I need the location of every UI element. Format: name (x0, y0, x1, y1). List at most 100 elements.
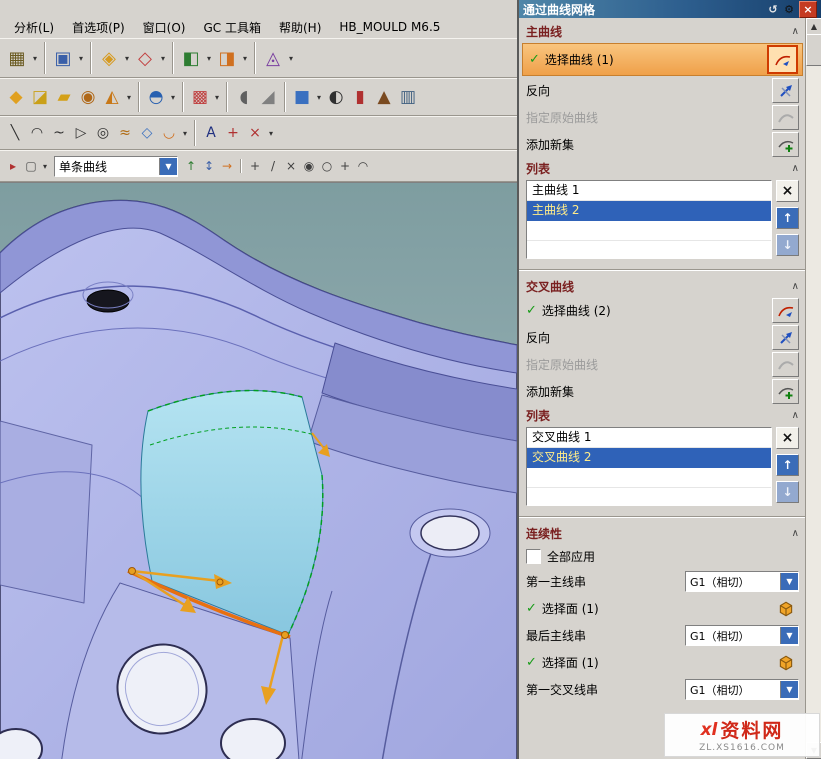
selection-grid-icon[interactable]: ▦ (4, 45, 30, 71)
menu-hb-mould[interactable]: HB_MOULD M6.5 (331, 18, 448, 36)
rib-feature-icon[interactable]: ◭ (100, 85, 124, 109)
primary-list-header[interactable]: 列表 ∧ (519, 158, 806, 179)
menu-help[interactable]: 帮助(H) (271, 17, 329, 38)
sketch-icon[interactable]: ◈ (96, 45, 122, 71)
analysis-tools-icon[interactable]: ◬ (260, 45, 286, 71)
swept-icon[interactable]: ▥ (396, 85, 420, 109)
list-item-selected[interactable]: 主曲线 2 (527, 201, 771, 221)
snap-endpoint-icon[interactable]: / (264, 157, 282, 175)
dropdown-caret-icon[interactable]: ▾ (122, 54, 132, 63)
list-item-selected[interactable]: 交叉曲线 2 (527, 448, 771, 468)
view-style-icon[interactable]: ▣ (50, 45, 76, 71)
move-up-button[interactable]: ↑ (776, 207, 799, 229)
dropdown-caret-icon[interactable]: ▾ (40, 162, 50, 171)
spline-icon[interactable]: ~ (48, 122, 70, 144)
trim-curve-icon[interactable]: × (244, 122, 266, 144)
select-through-icon[interactable]: ↕ (200, 157, 218, 175)
chamfer-icon[interactable]: ◢ (256, 85, 280, 109)
menu-window[interactable]: 窗口(O) (135, 17, 194, 38)
collapse-chevron-icon[interactable]: ∧ (792, 410, 799, 421)
curve-rule-combobox[interactable]: 单条曲线 ▼ (54, 156, 178, 177)
cube-block-icon[interactable]: ■ (290, 85, 314, 109)
dropdown-caret-icon[interactable]: ▾ (30, 54, 40, 63)
block-feature-icon[interactable]: ▰ (52, 85, 76, 109)
edge-blend-icon[interactable]: ◖ (232, 85, 256, 109)
menu-preferences[interactable]: 首选项(P) (64, 17, 133, 38)
cross-reverse-button[interactable] (772, 325, 799, 350)
first-primary-dropdown[interactable]: G1（相切） ▼ (685, 571, 799, 592)
dropdown-caret-icon[interactable]: ▾ (266, 129, 276, 138)
snap-priority-icon[interactable]: ↑ (182, 157, 200, 175)
dropdown-arrow-icon[interactable]: ▼ (780, 681, 798, 698)
close-icon[interactable]: × (799, 1, 817, 18)
remove-item-button[interactable]: × (776, 180, 799, 202)
dropdown-caret-icon[interactable]: ▾ (286, 54, 296, 63)
dropdown-caret-icon[interactable]: ▾ (180, 129, 190, 138)
project-curve-icon[interactable]: ◇ (136, 122, 158, 144)
primary-specify-button[interactable] (772, 105, 799, 130)
cone-icon[interactable]: ▲ (372, 85, 396, 109)
cross-select-curve-button[interactable] (772, 298, 799, 323)
pattern-feature-icon[interactable]: ▩ (188, 85, 212, 109)
primary-reverse-button[interactable] (772, 78, 799, 103)
move-up-button[interactable]: ↑ (776, 454, 799, 476)
cross-specify-button[interactable] (772, 352, 799, 377)
menu-gc-toolbox[interactable]: GC 工具箱 (195, 17, 269, 38)
rect-select-icon[interactable]: ▢ (22, 157, 40, 175)
list-item[interactable]: 交叉曲线 1 (527, 428, 771, 448)
primary-select-curve-row[interactable]: ✓ 选择曲线 (1) (522, 43, 803, 76)
select-face-button[interactable] (772, 650, 799, 675)
snap-intersection-icon[interactable]: × (282, 157, 300, 175)
gear-icon[interactable]: ⚙ (781, 2, 797, 17)
text-curve-icon[interactable]: A (200, 122, 222, 144)
primary-select-curve-button[interactable] (767, 45, 798, 74)
curve-tools-icon[interactable]: ◧ (178, 45, 204, 71)
primary-curve-list[interactable]: 主曲线 1 主曲线 2 (526, 180, 772, 259)
dropdown-caret-icon[interactable]: ▾ (212, 93, 222, 102)
unite-boolean-icon[interactable]: ◓ (144, 85, 168, 109)
dropdown-arrow-icon[interactable]: ▼ (780, 573, 798, 590)
first-cross-dropdown[interactable]: G1（相切） ▼ (685, 679, 799, 700)
dropdown-caret-icon[interactable]: ▾ (204, 54, 214, 63)
cylinder-icon[interactable]: ▮ (348, 85, 372, 109)
scrollbar-thumb[interactable] (806, 34, 821, 66)
datum-plane-icon[interactable]: ◇ (132, 45, 158, 71)
helix-icon[interactable]: ◎ (92, 122, 114, 144)
cross-add-set-button[interactable] (772, 379, 799, 404)
extrude-icon[interactable]: ◆ (4, 85, 28, 109)
snap-quadrant-icon[interactable]: + (336, 157, 354, 175)
cross-section-header[interactable]: 交叉曲线 ∧ (519, 273, 806, 297)
dropdown-caret-icon[interactable]: ▾ (314, 93, 324, 102)
collapse-chevron-icon[interactable]: ∧ (792, 26, 799, 37)
remove-item-button[interactable]: × (776, 427, 799, 449)
dropdown-arrow-icon[interactable]: ▼ (780, 627, 798, 644)
move-down-button[interactable]: ↓ (776, 234, 799, 256)
snap-point-icon[interactable]: + (246, 157, 264, 175)
point-icon[interactable]: + (222, 122, 244, 144)
3d-viewport[interactable] (0, 182, 517, 759)
dropdown-caret-icon[interactable]: ▾ (124, 93, 134, 102)
dropdown-caret-icon[interactable]: ▾ (240, 54, 250, 63)
hole-feature-icon[interactable]: ◉ (76, 85, 100, 109)
surface-tools-icon[interactable]: ◨ (214, 45, 240, 71)
cross-list-header[interactable]: 列表 ∧ (519, 405, 806, 426)
snap-center-icon[interactable]: ◉ (300, 157, 318, 175)
arc-icon[interactable]: ◠ (26, 122, 48, 144)
collapse-chevron-icon[interactable]: ∧ (792, 163, 799, 174)
dropdown-caret-icon[interactable]: ▾ (168, 93, 178, 102)
apply-all-checkbox[interactable] (526, 549, 541, 564)
combobox-dropdown-icon[interactable]: ▼ (159, 158, 177, 175)
type-filter-icon[interactable]: ▸ (4, 157, 22, 175)
collapse-chevron-icon[interactable]: ∧ (792, 281, 799, 292)
sphere-icon[interactable]: ◐ (324, 85, 348, 109)
offset-curve-icon[interactable]: ≈ (114, 122, 136, 144)
dropdown-caret-icon[interactable]: ▾ (158, 54, 168, 63)
continuity-section-header[interactable]: 连续性 ∧ (519, 520, 806, 544)
move-down-button[interactable]: ↓ (776, 481, 799, 503)
next-selection-icon[interactable]: → (218, 157, 236, 175)
bridge-curve-icon[interactable]: ◡ (158, 122, 180, 144)
reset-icon[interactable]: ↺ (765, 2, 781, 17)
revolve-icon[interactable]: ◪ (28, 85, 52, 109)
last-primary-dropdown[interactable]: G1（相切） ▼ (685, 625, 799, 646)
scroll-up-button[interactable]: ▲ (806, 18, 821, 35)
